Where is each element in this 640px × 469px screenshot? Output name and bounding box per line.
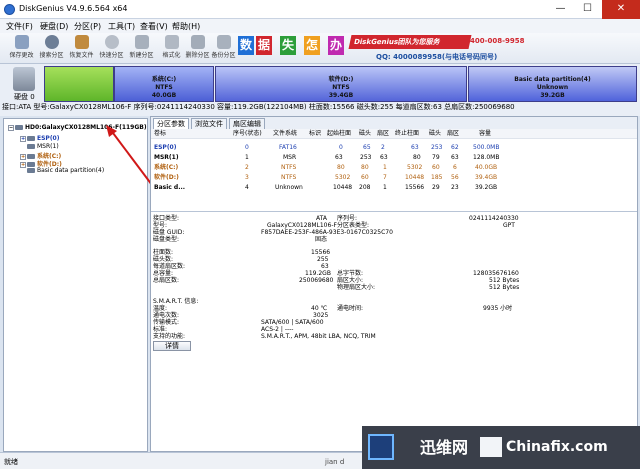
banner-tile: 失 — [280, 36, 296, 55]
details-button[interactable]: 详情 — [153, 341, 191, 351]
title-bar: DiskGenius V4.9.6.564 x64 — ☐ ✕ — [0, 0, 640, 19]
tree-item-basic-data[interactable]: Basic data partition(4) — [20, 167, 104, 175]
menu-partition[interactable]: 分区(P) — [74, 21, 101, 32]
disk-detail-section: 接口类型: ATA 型号: GalaxyCX0128ML106-F 磁盘 GUI… — [151, 211, 637, 451]
expand-icon[interactable]: + — [20, 135, 26, 142]
table-row[interactable]: 软件(D:) 3 NTFS 5302 60 7 10448 185 56 39.… — [151, 173, 637, 183]
new-partition-icon — [134, 35, 149, 49]
backup-icon — [216, 35, 231, 49]
backup-partition-button[interactable]: 备份分区 — [208, 34, 239, 63]
tab-sector-edit[interactable]: 扇区编辑 — [229, 118, 265, 129]
tree-item-software-d[interactable]: + 软件(D:) — [20, 159, 62, 168]
tab-bar: 分区参数 浏览文件 扇区编辑 — [151, 117, 637, 129]
table-header: 卷标 序号(状态) 文件系统 标识 起始柱面 磁头 扇区 终止柱面 磁头 扇区 … — [151, 129, 637, 139]
site-watermark: 迅维网 Chinafix.com — [362, 426, 640, 469]
partition-c-block[interactable]: 系统(C:) NTFS 40.0GB — [114, 66, 214, 102]
format-icon — [164, 35, 179, 49]
disk-icon — [15, 125, 23, 130]
tree-item-msr[interactable]: MSR(1) — [20, 143, 59, 151]
banner-phone: 400-008-9958 — [470, 37, 525, 45]
banner-tile: 数 — [238, 36, 254, 55]
tree-item-system-c[interactable]: + 系统(C:) — [20, 151, 61, 160]
new-partition-button[interactable]: 新建分区 — [126, 34, 157, 63]
close-button[interactable]: ✕ — [602, 0, 640, 19]
save-icon — [14, 35, 29, 49]
drive-icon-label: ESP(0) — [154, 144, 177, 151]
table-row[interactable]: Basic d... 4 Unknown 10448 208 1 15566 2… — [151, 183, 637, 193]
app-icon — [4, 4, 15, 15]
save-changes-button[interactable]: 保存更改 — [6, 34, 37, 63]
disk-label: 硬盘 0 — [14, 93, 35, 101]
disk-info-line: 接口:ATA 型号:GalaxyCX0128ML106-F 序列号:024111… — [2, 103, 515, 111]
esp-msr-segment[interactable] — [44, 66, 114, 102]
banner-tile: 怎 — [304, 36, 320, 55]
maximize-button[interactable]: ☐ — [574, 0, 601, 19]
recover-icon — [74, 35, 89, 49]
partition-d-block[interactable]: 软件(D:) NTFS 39.4GB — [215, 66, 467, 102]
menu-file[interactable]: 文件(F) — [6, 21, 33, 32]
partition-details-panel: 分区参数 浏览文件 扇区编辑 卷标 序号(状态) 文件系统 标识 起始柱面 磁头… — [150, 116, 638, 452]
status-text: 就绪 — [4, 458, 18, 466]
promo-banner[interactable]: 数 据 失 怎 办 DiskGenius团队为您服务 400-008-9958 … — [236, 33, 634, 64]
recover-files-button[interactable]: 恢复文件 — [66, 34, 97, 63]
search-partition-button[interactable]: 搜索分区 — [36, 34, 67, 63]
table-row[interactable]: MSR(1) 1 MSR 63 253 63 80 79 63 128.0MB — [151, 153, 637, 163]
menu-help[interactable]: 帮助(H) — [172, 21, 200, 32]
banner-tile: 据 — [256, 36, 272, 55]
table-row[interactable]: ESP(0) 0 FAT16 0 65 2 63 253 62 500.0MB — [151, 143, 637, 153]
menu-bar: 文件(F) 硬盘(D) 分区(P) 工具(T) 查看(V) 帮助(H) — [0, 19, 640, 33]
minimize-button[interactable]: — — [547, 0, 574, 19]
partition-icon — [27, 144, 35, 149]
tab-browse-files[interactable]: 浏览文件 — [191, 118, 227, 129]
watermark-logo-icon — [368, 434, 394, 460]
tab-partition-params[interactable]: 分区参数 — [153, 118, 189, 129]
taskbar-fragment: jian d — [325, 458, 345, 466]
partition-icon — [27, 168, 35, 173]
hard-disk-icon — [13, 67, 35, 91]
menu-disk[interactable]: 硬盘(D) — [40, 21, 68, 32]
menu-view[interactable]: 查看(V) — [140, 21, 168, 32]
partition-basic-block[interactable]: Basic data partition(4) Unknown 39.2GB — [468, 66, 637, 102]
quick-partition-button[interactable]: 快速分区 — [96, 34, 127, 63]
search-icon — [44, 35, 59, 49]
partition-icon — [27, 136, 35, 141]
banner-qq: QQ: 4000089958(与电话号码同号) — [376, 53, 498, 61]
collapse-icon[interactable]: − — [8, 124, 14, 131]
menu-tools[interactable]: 工具(T) — [108, 21, 135, 32]
banner-promo-text: DiskGenius团队为您服务 — [348, 35, 472, 49]
delete-icon — [190, 35, 205, 49]
watermark-en: Chinafix.com — [474, 426, 640, 469]
banner-tile: 办 — [328, 36, 344, 55]
table-row[interactable]: 系统(C:) 2 NTFS 80 80 1 5302 60 6 40.0GB — [151, 163, 637, 173]
quick-partition-icon — [104, 35, 119, 49]
watermark-mark-icon — [480, 437, 502, 457]
watermark-cn: 迅维网 — [362, 426, 474, 469]
window-title: DiskGenius V4.9.6.564 x64 — [19, 4, 128, 13]
tree-item-esp[interactable]: + ESP(0) — [20, 135, 59, 143]
